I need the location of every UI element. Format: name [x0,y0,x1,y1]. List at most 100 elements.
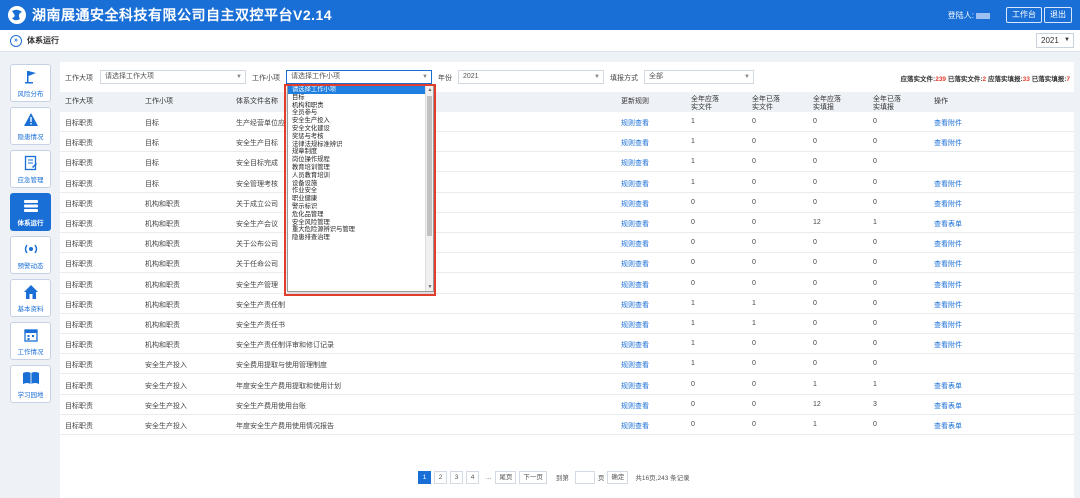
dropdown-option[interactable]: 教育培训管理 [288,164,433,172]
dropdown-option[interactable]: 安全文化建设 [288,125,433,133]
dropdown-option[interactable]: 隐患排查治理 [288,234,433,242]
rule-view-link[interactable]: 规则查看 [621,421,649,431]
sidebar-item-emergency[interactable]: 应急管理 [10,150,51,188]
chevron-down-icon: ▼ [1064,37,1070,43]
table-cell: 0 [873,340,877,348]
rule-view-link[interactable]: 规则查看 [621,401,649,411]
view-attachment-link[interactable]: 查看表单 [934,381,962,391]
view-attachment-link[interactable]: 查看附件 [934,199,962,209]
sidebar-item-basic[interactable]: 基本资料 [10,279,51,317]
dropdown-option[interactable]: 危化品管理 [288,211,433,219]
rule-view-link[interactable]: 规则查看 [621,239,649,249]
view-attachment-link[interactable]: 查看附件 [934,118,962,128]
workbench-button[interactable]: 工作台 [1006,7,1042,23]
view-attachment-link[interactable]: 查看附件 [934,320,962,330]
view-attachment-link[interactable]: 查看附件 [934,280,962,290]
rule-view-link[interactable]: 规则查看 [621,320,649,330]
work-item-dropdown[interactable]: 请选择工作小项 目标 机构和职责 全员参与 安全生产投入 安全文化建设 奖惩与考核 法律法规标… [287,85,434,292]
view-attachment-link[interactable]: 查看表单 [934,219,962,229]
page-2-button[interactable]: 2 [434,470,447,484]
chevron-down-icon[interactable]: ▼ [426,283,434,291]
rule-view-link[interactable]: 规则查看 [621,179,649,189]
stat-value: 33 [1022,76,1030,83]
table-cell: 安全目标完成 [236,160,278,168]
rule-view-link[interactable]: 规则查看 [621,280,649,290]
double-chevron-icon[interactable]: » [10,34,22,47]
dropdown-option[interactable]: 安全生产投入 [288,117,433,125]
goto-page-input[interactable] [574,470,595,484]
table-cell: 0 [813,279,817,287]
view-attachment-link[interactable]: 查看表单 [934,421,962,431]
scrollbar-thumb[interactable] [427,96,432,236]
dropdown-option[interactable]: 目标 [288,94,433,102]
work-item-select[interactable]: 请选择工作小项 ▼ [286,70,432,84]
logout-button[interactable]: 退出 [1044,7,1072,23]
rule-view-link[interactable]: 规则查看 [621,118,649,128]
dropdown-option[interactable]: 人员教育培训 [288,172,433,180]
next-page-button[interactable]: 下一页 [519,470,547,484]
pager-summary: 共16页,243 条记录 [635,475,690,482]
dropdown-option[interactable]: 职业健康 [288,195,433,203]
table-row: 目标职责 安全生产投入 年度安全生产费用使用情况报告 规则查看 0 0 1 0 查看表单 [60,415,1074,435]
table-cell: 0 [813,259,817,267]
sidebar-item-system[interactable]: 体系运行 [10,193,51,231]
table-cell: 目标职责 [65,221,93,228]
table-row: 目标职责 目标 安全生产目标 规则查看 1 0 0 0 查看附件 [60,132,1074,153]
table-cell: 目标职责 [65,241,93,249]
view-attachment-link[interactable]: 查看附件 [934,340,962,350]
dropdown-scrollbar[interactable]: ▲ ▼ [425,86,433,291]
view-attachment-link[interactable]: 查看附件 [934,138,962,148]
table-cell: 安全生产责任制评审和修订记录 [236,342,334,350]
chevron-up-icon[interactable]: ▲ [426,86,434,94]
rule-view-link[interactable]: 规则查看 [621,219,649,229]
page-4-button[interactable]: 4 [466,470,479,484]
table-cell: 目标 [145,120,159,127]
view-attachment-link[interactable]: 查看附件 [934,300,962,310]
rule-view-link[interactable]: 规则查看 [621,259,649,269]
dropdown-option[interactable]: 请选择工作小项 [288,86,433,94]
table-cell: 0 [873,360,877,368]
table-cell: 机构和职责 [145,200,180,208]
table-cell: 0 [813,320,817,327]
sidebar-item-study[interactable]: 学习园地 [10,365,51,403]
dropdown-option[interactable]: 警示标识 [288,203,433,211]
rule-view-link[interactable]: 规则查看 [621,300,649,310]
view-attachment-link[interactable]: 查看附件 [934,179,962,189]
home-icon [22,283,40,301]
view-attachment-link[interactable]: 查看附件 [934,239,962,249]
page-1-button[interactable]: 1 [418,470,431,484]
sidebar-item-risk[interactable]: 风险分布 [10,64,51,102]
page-ellipsis: ... [486,473,492,481]
view-attachment-link[interactable]: 查看附件 [934,259,962,269]
year-filter-select[interactable]: 2021 ▼ [458,70,604,84]
table-cell: 安全生产投入 [145,402,187,410]
method-select[interactable]: 全部 ▼ [644,70,754,84]
rule-view-link[interactable]: 规则查看 [621,138,649,148]
table-cell: 目标 [145,140,159,148]
dropdown-option[interactable]: 规章制度 [288,148,433,156]
rule-view-link[interactable]: 规则查看 [621,360,649,370]
view-attachment-link[interactable]: 查看表单 [934,401,962,411]
work-category-select[interactable]: 请选择工作大项 ▼ [100,70,246,84]
page-3-button[interactable]: 3 [450,470,463,484]
rule-view-link[interactable]: 规则查看 [621,199,649,209]
rule-view-link[interactable]: 规则查看 [621,340,649,350]
dropdown-option[interactable]: 奖惩与考核 [288,133,433,141]
table-cell: 0 [752,421,756,428]
rule-view-link[interactable]: 规则查看 [621,158,649,168]
table-cell: 安全生产目标 [236,140,278,148]
last-page-button[interactable]: 尾页 [495,470,517,484]
table-cell: 0 [691,198,695,206]
table-row: 目标职责 机构和职责 关于任命公司 规则查看 0 0 0 0 查看附件 [60,253,1074,274]
sidebar-item-work[interactable]: 工作情况 [10,322,51,360]
goto-confirm-button[interactable]: 确定 [607,470,629,484]
sidebar-item-hazard[interactable]: 隐患情况 [10,107,51,145]
dropdown-option[interactable]: 重大危险源辨识与管理 [288,226,433,234]
sidebar-item-alert[interactable]: 预警动态 [10,236,51,274]
dropdown-option[interactable]: 作业安全 [288,187,433,195]
dropdown-option[interactable]: 岗位操作规程 [288,156,433,164]
table-cell: 0 [813,118,817,125]
table-cell: 0 [691,279,695,287]
rule-view-link[interactable]: 规则查看 [621,381,649,391]
year-selector[interactable]: 2021 ▼ [1036,33,1074,48]
